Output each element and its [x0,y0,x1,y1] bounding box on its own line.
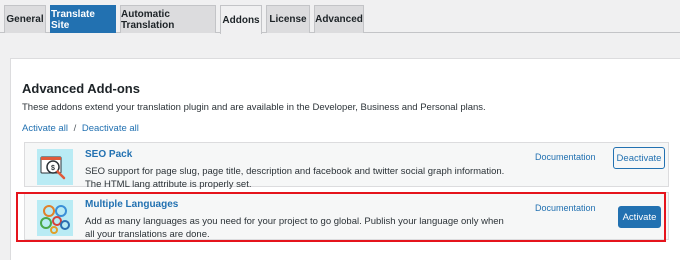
documentation-link-seo-pack[interactable]: Documentation [535,152,596,162]
settings-tabs: General Translate Site Automatic Transla… [0,0,680,34]
addon-description-seo-pack: SEO support for page slug, page title, d… [85,166,505,190]
activate-all-link[interactable]: Activate all [22,123,68,134]
tab-translate-site[interactable]: Translate Site [50,5,116,33]
seo-magnifier-icon: $ [37,149,73,185]
tab-automatic-translation[interactable]: Automatic Translation [120,5,216,33]
addon-description-multiple-languages: Add as many languages as you need for yo… [85,216,504,240]
tab-general[interactable]: General [4,5,46,33]
svg-text:$: $ [51,165,55,172]
tab-advanced[interactable]: Advanced [314,5,364,33]
multiple-languages-circles-icon [37,200,73,236]
documentation-link-multiple-languages[interactable]: Documentation [535,203,596,213]
addon-title-multiple-languages[interactable]: Multiple Languages [85,199,178,210]
addon-row-multiple-languages: Multiple Languages Add as many languages… [24,192,669,240]
bulk-actions: Activate all / Deactivate all [22,123,139,134]
bulk-separator: / [73,123,77,134]
section-heading: Advanced Add-ons [22,81,140,96]
addon-title-seo-pack[interactable]: SEO Pack [85,149,132,160]
tab-license[interactable]: License [266,5,310,33]
addon-row-seo-pack: $ SEO Pack SEO support for page slug, pa… [24,142,669,190]
activate-button-multiple-languages[interactable]: Activate [618,206,661,228]
deactivate-button-seo-pack[interactable]: Deactivate [613,147,665,169]
deactivate-all-link[interactable]: Deactivate all [82,123,139,134]
section-description: These addons extend your translation plu… [22,102,486,113]
tab-addons[interactable]: Addons [220,5,262,34]
addons-panel: Advanced Add-ons These addons extend you… [10,58,680,260]
